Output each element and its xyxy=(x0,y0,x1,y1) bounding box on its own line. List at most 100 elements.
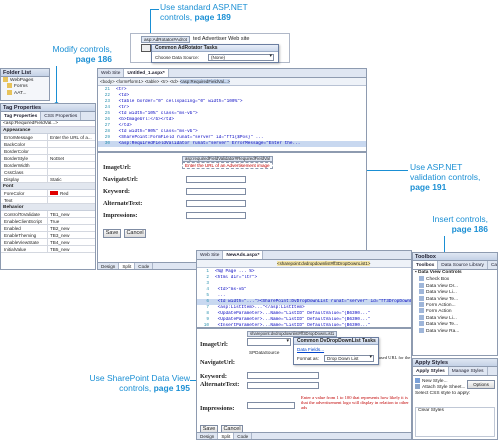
keyword-input[interactable] xyxy=(186,188,246,195)
data-fields-link[interactable]: Data Fields... xyxy=(297,347,324,352)
breadcrumb-item[interactable]: <sharepoint:dvdropdownlist#ff3DropDownLi… xyxy=(277,261,371,266)
property-value[interactable]: Red xyxy=(48,190,95,197)
format-as-select[interactable]: Drop Down List xyxy=(324,355,374,362)
property-row[interactable]: BorderStyle NotSet xyxy=(1,155,95,163)
adrotator-tasks-panel: Common AdRotator Tasks Choose Data Sourc… xyxy=(151,44,279,63)
view-code-button[interactable]: Code xyxy=(135,263,154,269)
alternatetext-input[interactable] xyxy=(247,382,319,389)
control-icon xyxy=(419,301,424,307)
toolbox-item-label: Data View Te... xyxy=(426,296,459,302)
category-behavior[interactable]: Behavior xyxy=(1,204,95,212)
category-font[interactable]: Font xyxy=(1,183,95,191)
breadcrumb-item[interactable]: <td> xyxy=(170,79,179,84)
adrotator-control[interactable] xyxy=(141,44,151,52)
code-text: <td>"ms-vb" xyxy=(215,287,247,292)
breadcrumb-item[interactable]: <tr> xyxy=(161,79,169,84)
cancel-button[interactable]: Cancel xyxy=(124,229,146,238)
property-row[interactable]: BorderWidth xyxy=(1,162,95,170)
property-row[interactable]: InitialValue TB5_new xyxy=(1,246,95,254)
toolbox-item[interactable]: Data View Ra... xyxy=(413,327,497,334)
datasource-select[interactable]: (None) xyxy=(208,54,274,61)
property-row[interactable]: Text xyxy=(1,197,95,205)
clear-styles-item[interactable]: Clear Styles xyxy=(416,408,494,414)
property-value[interactable] xyxy=(48,162,95,169)
property-value[interactable] xyxy=(48,148,95,155)
property-row[interactable]: Display Static xyxy=(1,176,95,184)
property-value[interactable]: TB1_new xyxy=(48,211,95,218)
tab-web-site[interactable]: Web Site xyxy=(98,69,125,77)
tab-web-site[interactable]: Web Site xyxy=(197,251,224,259)
tab-toolbox[interactable]: Toolbox xyxy=(413,261,439,269)
impressions-input[interactable] xyxy=(186,212,246,219)
property-value[interactable]: True xyxy=(48,218,95,225)
tab-newads-page[interactable]: NewAds.aspx* xyxy=(223,251,264,259)
property-value[interactable] xyxy=(48,141,95,148)
adrotator-tasks-header: Common AdRotator Tasks xyxy=(152,45,278,52)
property-row[interactable]: EnableClientScript True xyxy=(1,218,95,226)
property-value[interactable] xyxy=(48,169,95,176)
folder-icon xyxy=(7,89,12,95)
view-split-button[interactable]: Split xyxy=(218,433,235,439)
keyword-input[interactable] xyxy=(247,372,319,379)
breadcrumb-item[interactable]: <table> xyxy=(145,79,160,84)
tab-manage-styles[interactable]: Manage Styles xyxy=(449,367,488,375)
folder-item[interactable]: AAT... xyxy=(1,89,49,96)
alternatetext-input[interactable] xyxy=(186,200,246,207)
folder-list-panel: Folder List WebPages Forms AAT... xyxy=(0,68,50,101)
property-key: BorderStyle xyxy=(1,155,48,162)
property-value[interactable]: Static xyxy=(48,176,95,183)
view-design-button[interactable]: Design xyxy=(197,433,219,439)
property-value[interactable]: TB5_new xyxy=(48,246,95,253)
view-split-button[interactable]: Split xyxy=(119,263,136,269)
view-design-button[interactable]: Design xyxy=(98,263,120,269)
property-value[interactable]: TB3_new xyxy=(48,232,95,239)
property-row[interactable]: ControlToValidate TB1_new xyxy=(1,211,95,219)
property-row[interactable]: BackColor xyxy=(1,141,95,149)
line-number: 30 xyxy=(104,141,110,146)
property-value[interactable]: NotSet xyxy=(48,155,95,162)
property-row[interactable]: BorderColor xyxy=(1,148,95,156)
breadcrumb-item[interactable]: <body> xyxy=(100,79,115,84)
tab-untitled-page[interactable]: Untitled_1.aspx* xyxy=(124,69,169,77)
tab-cat[interactable]: Cat xyxy=(488,261,497,269)
imageurl-dropdown[interactable]: ▾ xyxy=(247,338,291,346)
property-value[interactable]: TB2_new xyxy=(48,225,95,232)
callout-dataview-controls: Use SharePoint Data View controls, page … xyxy=(89,373,190,393)
code-line[interactable]: 30 <asp:RequiredFieldValidator runat="se… xyxy=(98,141,366,147)
toolbox-title: Toolbox xyxy=(413,253,497,261)
property-row[interactable]: EnableViewState TB4_new xyxy=(1,239,95,247)
tab-apply-styles[interactable]: Apply Styles xyxy=(413,367,449,375)
property-row[interactable]: ErrorMessage Enter the URL of a... xyxy=(1,134,95,142)
adrotator-tag[interactable]: asp:AdRotator#Adrot xyxy=(141,36,190,43)
leader-standard xyxy=(150,9,159,10)
property-value[interactable]: Enter the URL of a... xyxy=(48,134,95,141)
property-row[interactable]: Enabled TB2_new xyxy=(1,225,95,233)
code-text: <td width="10%" class="ms-vb"> xyxy=(116,111,198,116)
property-row[interactable]: CssClass xyxy=(1,169,95,177)
code-pane[interactable]: 1 <%@ Page ... %> 2 <html dir="ltr"> 3 4 <td>… xyxy=(197,269,411,329)
impressions-input[interactable] xyxy=(247,402,295,409)
options-button[interactable]: Options xyxy=(467,380,495,389)
property-value[interactable] xyxy=(48,197,95,204)
breadcrumb-item[interactable]: <form#form1> xyxy=(116,79,144,84)
category-appearance[interactable]: Appearance xyxy=(1,127,95,135)
design-pane[interactable]: asp:requiredFieldValidator#RequiredField… xyxy=(98,155,366,263)
breadcrumb-item[interactable]: <asp:RequiredFieldVal...> xyxy=(179,79,231,84)
folder-icon xyxy=(7,83,12,89)
adrotator-title-text: ted Advertiser Web site xyxy=(193,36,250,42)
tab-tag-properties[interactable]: Tag Properties xyxy=(1,112,42,120)
styles-list[interactable]: Clear Styles xyxy=(415,407,495,437)
tab-css-properties[interactable]: CSS Properties xyxy=(41,112,82,120)
toolbox-item-label: Data View Te... xyxy=(426,321,459,327)
property-row[interactable]: ForeColor Red xyxy=(1,190,95,198)
code-line[interactable]: 10 <InsertParameter>...Name="ListID" Def… xyxy=(197,323,411,329)
navigateurl-input[interactable] xyxy=(186,176,246,183)
save-button[interactable]: Save xyxy=(103,229,121,238)
property-value[interactable]: TB4_new xyxy=(48,239,95,246)
tab-data-source-library[interactable]: Data Source Library xyxy=(438,261,488,269)
validator-message[interactable]: Enter the URL of an Advertisement image xyxy=(182,162,273,169)
view-code-button[interactable]: Code xyxy=(234,433,253,439)
dvdropdownlist-tasks-panel: Common DvDropDownList Tasks Data Fields.… xyxy=(293,337,379,365)
property-row[interactable]: EnableTheming TB3_new xyxy=(1,232,95,240)
code-pane[interactable]: 21 <tr> 22 <td> 23 <table border="0" cellsp… xyxy=(98,87,366,153)
